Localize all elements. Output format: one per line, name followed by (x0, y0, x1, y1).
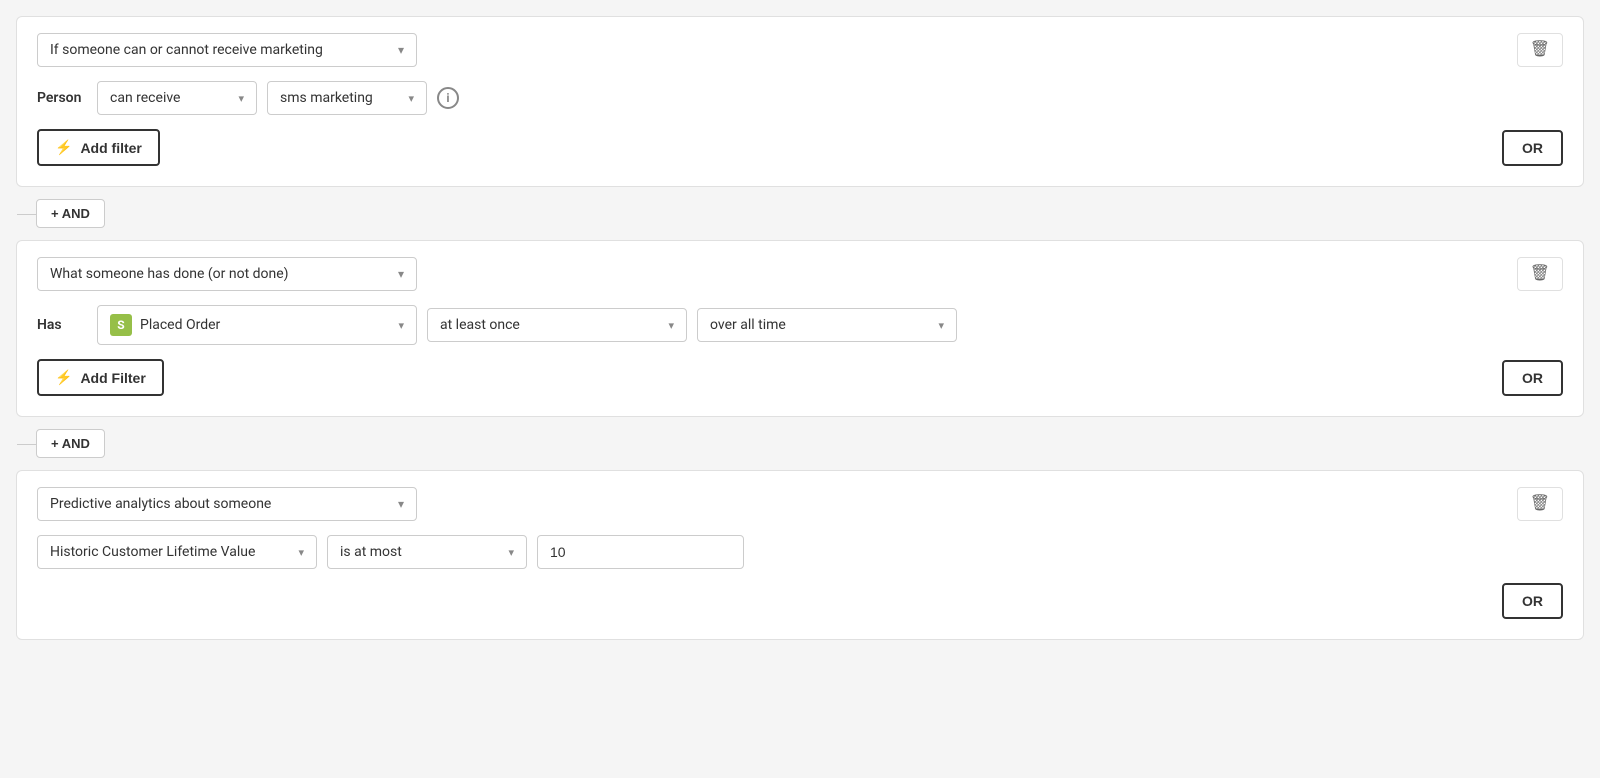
or-button-1[interactable]: OR (1502, 130, 1563, 166)
and-label-1: + AND (51, 206, 90, 221)
has-label: Has (37, 317, 87, 333)
time-select-value: over all time (710, 317, 786, 333)
filter-type-label-3: Predictive analytics about someone (50, 496, 271, 512)
metric-select-chevron: ▾ (298, 546, 304, 559)
filter-block-1-header: If someone can or cannot receive marketi… (37, 33, 1563, 67)
filter-footer-1: ⚡ Add filter OR (37, 129, 1563, 166)
marketing-select[interactable]: sms marketing ▾ (267, 81, 427, 115)
add-filter-button-1[interactable]: ⚡ Add filter (37, 129, 160, 166)
person-label: Person (37, 90, 87, 106)
condition-select[interactable]: is at most ▾ (327, 535, 527, 569)
or-button-3[interactable]: OR (1502, 583, 1563, 619)
trash-icon-2: 🗑 (1530, 265, 1550, 282)
time-select-chevron: ▾ (938, 319, 944, 332)
filter-footer-2: ⚡ Add Filter OR (37, 359, 1563, 396)
receive-select-value: can receive (110, 90, 180, 106)
info-icon-1[interactable]: i (437, 87, 459, 109)
filter-row-3: Historic Customer Lifetime Value ▾ is at… (37, 535, 1563, 569)
time-select[interactable]: over all time ▾ (697, 308, 957, 342)
metric-select-value: Historic Customer Lifetime Value (50, 544, 255, 560)
filter-type-label-2: What someone has done (or not done) (50, 266, 289, 282)
delete-button-2[interactable]: 🗑 (1517, 257, 1563, 291)
filter-type-chevron-2: ▾ (398, 267, 404, 281)
marketing-select-chevron: ▾ (408, 92, 414, 105)
shopify-icon: S (110, 314, 132, 336)
and-label-2: + AND (51, 436, 90, 451)
filter-block-2-header: What someone has done (or not done) ▾ 🗑 (37, 257, 1563, 291)
value-input[interactable] (537, 535, 744, 569)
receive-select[interactable]: can receive ▾ (97, 81, 257, 115)
filter-icon-1: ⚡ (55, 139, 72, 156)
condition-select-chevron: ▾ (508, 546, 514, 559)
frequency-select[interactable]: at least once ▾ (427, 308, 687, 342)
filter-row-1: Person can receive ▾ sms marketing ▾ i (37, 81, 1563, 115)
filter-type-label-1: If someone can or cannot receive marketi… (50, 42, 323, 58)
add-filter-button-2[interactable]: ⚡ Add Filter (37, 359, 164, 396)
filter-row-2: Has S Placed Order ▾ at least once ▾ ove… (37, 305, 1563, 345)
receive-select-chevron: ▾ (238, 92, 244, 105)
marketing-select-value: sms marketing (280, 90, 373, 106)
filter-block-1: If someone can or cannot receive marketi… (16, 16, 1584, 187)
or-button-2[interactable]: OR (1502, 360, 1563, 396)
action-select-chevron: ▾ (398, 319, 404, 332)
delete-button-3[interactable]: 🗑 (1517, 487, 1563, 521)
or-label-3: OR (1522, 593, 1543, 609)
filter-type-chevron-1: ▾ (398, 43, 404, 57)
filter-footer-3: OR (37, 583, 1563, 619)
or-label-1: OR (1522, 140, 1543, 156)
action-select[interactable]: S Placed Order ▾ (97, 305, 417, 345)
metric-select[interactable]: Historic Customer Lifetime Value ▾ (37, 535, 317, 569)
frequency-select-chevron: ▾ (668, 319, 674, 332)
add-filter-label-2: Add Filter (80, 370, 145, 386)
or-label-2: OR (1522, 370, 1543, 386)
filter-icon-2: ⚡ (55, 369, 72, 386)
delete-button-1[interactable]: 🗑 (1517, 33, 1563, 67)
frequency-select-value: at least once (440, 317, 520, 333)
add-filter-label-1: Add filter (80, 140, 141, 156)
and-button-1[interactable]: + AND (36, 199, 105, 228)
and-button-2[interactable]: + AND (36, 429, 105, 458)
filter-type-chevron-3: ▾ (398, 497, 404, 511)
action-select-value: Placed Order (140, 317, 220, 333)
and-connector-2: + AND (16, 417, 1584, 470)
and-connector-1: + AND (16, 187, 1584, 240)
filter-block-3: Predictive analytics about someone ▾ 🗑 H… (16, 470, 1584, 640)
filter-block-3-header: Predictive analytics about someone ▾ 🗑 (37, 487, 1563, 521)
trash-icon-1: 🗑 (1530, 41, 1550, 58)
filter-type-select-2[interactable]: What someone has done (or not done) ▾ (37, 257, 417, 291)
filter-block-2: What someone has done (or not done) ▾ 🗑 … (16, 240, 1584, 417)
trash-icon-3: 🗑 (1530, 495, 1550, 512)
condition-select-value: is at most (340, 544, 402, 560)
filter-type-select-3[interactable]: Predictive analytics about someone ▾ (37, 487, 417, 521)
filter-type-select-1[interactable]: If someone can or cannot receive marketi… (37, 33, 417, 67)
